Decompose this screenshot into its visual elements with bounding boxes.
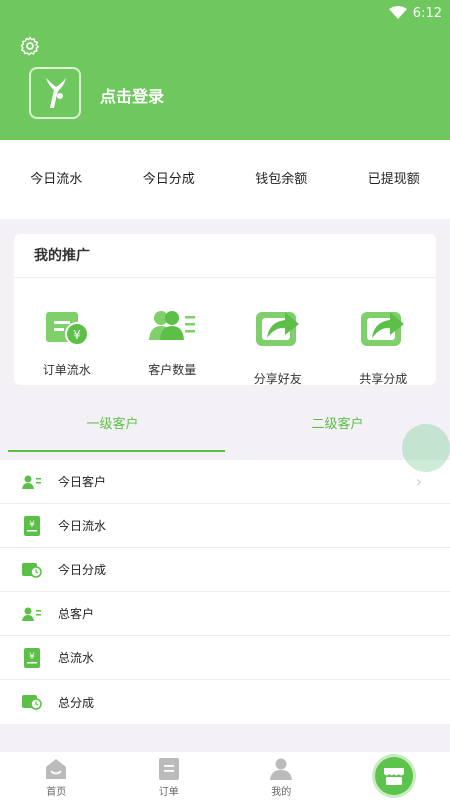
order-icon [158, 758, 179, 780]
tab-indicator [8, 450, 225, 452]
list-item-label: 总流水 [58, 651, 95, 665]
customers-icon [149, 311, 196, 340]
status-time: 6:12 [412, 5, 442, 21]
bottom-nav: 首页 订单 我的 [0, 752, 450, 800]
promo-shared-commission[interactable]: 共享分成 [331, 278, 437, 386]
svg-text:¥: ¥ [29, 520, 35, 530]
promo-label: 分享好友 [253, 372, 302, 386]
list-item[interactable]: 今日分成 [0, 548, 450, 592]
promotion-card: 我的推广 ¥ 订单流水 客户数量 分享好友 共享分成 [14, 234, 437, 386]
avatar[interactable] [29, 67, 81, 119]
header: 6:12 点击登录 [0, 0, 450, 140]
user-list-icon [22, 472, 42, 492]
nav-mine[interactable]: 我的 [225, 752, 338, 800]
list-item[interactable]: 总分成 [0, 680, 450, 724]
stats-row: 今日流水 今日分成 钱包余额 已提现额 [0, 140, 450, 219]
stats-list: 今日客户 › ¥ 今日流水 今日分成 总客户 ¥ 总流水 总分成 [0, 460, 450, 724]
list-item[interactable]: 今日客户 › [0, 460, 450, 504]
floating-button[interactable] [402, 424, 450, 472]
nav-label: 订单 [158, 787, 179, 798]
svg-text:¥: ¥ [29, 652, 35, 662]
wallet-clock-icon [22, 560, 42, 580]
list-item-label: 今日分成 [58, 563, 107, 577]
promo-customer-count[interactable]: 客户数量 [120, 278, 226, 384]
nav-home[interactable]: 首页 [0, 752, 113, 800]
list-item[interactable]: ¥ 总流水 [0, 636, 450, 680]
svg-text:¥: ¥ [73, 328, 81, 342]
promotion-title: 我的推广 [14, 234, 436, 278]
stat-withdrawn[interactable]: 已提现额 [338, 140, 450, 219]
promo-share-friends[interactable]: 分享好友 [225, 278, 331, 386]
store-button[interactable] [374, 757, 413, 795]
customer-tabs: 一级客户 二级客户 [0, 400, 450, 452]
promo-label: 共享分成 [359, 372, 408, 386]
login-link[interactable]: 点击登录 [100, 83, 164, 107]
list-item-label: 今日客户 [58, 475, 107, 489]
person-icon [270, 758, 293, 780]
home-icon [46, 759, 67, 779]
share-icon [255, 312, 299, 346]
nav-label: 我的 [271, 787, 292, 798]
brand-logo-icon [46, 78, 66, 108]
yen-receipt-icon: ¥ [22, 515, 42, 536]
nav-label: 首页 [46, 787, 67, 798]
stat-wallet-balance[interactable]: 钱包余额 [225, 140, 338, 219]
yen-receipt-icon: ¥ [22, 647, 42, 668]
gear-icon[interactable] [19, 35, 41, 57]
promo-order-flow[interactable]: ¥ 订单流水 [14, 278, 120, 384]
status-bar: 6:12 [388, 3, 442, 23]
user-list-icon [22, 604, 42, 624]
tab-level1-customers[interactable]: 一级客户 [0, 400, 225, 452]
list-item-label: 今日流水 [58, 519, 107, 533]
list-item[interactable]: ¥ 今日流水 [0, 504, 450, 548]
stat-today-flow[interactable]: 今日流水 [0, 140, 113, 219]
chevron-right-icon: › [415, 472, 422, 491]
share-icon [361, 312, 405, 346]
list-item-label: 总客户 [58, 607, 95, 621]
wallet-clock-icon [22, 692, 42, 712]
stat-today-share[interactable]: 今日分成 [113, 140, 226, 219]
list-item[interactable]: 总客户 [0, 592, 450, 636]
wifi-icon [388, 6, 407, 19]
nav-store[interactable] [338, 752, 450, 800]
promo-label: 客户数量 [148, 363, 197, 377]
nav-orders[interactable]: 订单 [113, 752, 226, 800]
promo-label: 订单流水 [42, 363, 91, 377]
wallet-yen-icon: ¥ [45, 312, 89, 346]
store-icon [383, 768, 404, 785]
list-item-label: 总分成 [58, 695, 95, 710]
